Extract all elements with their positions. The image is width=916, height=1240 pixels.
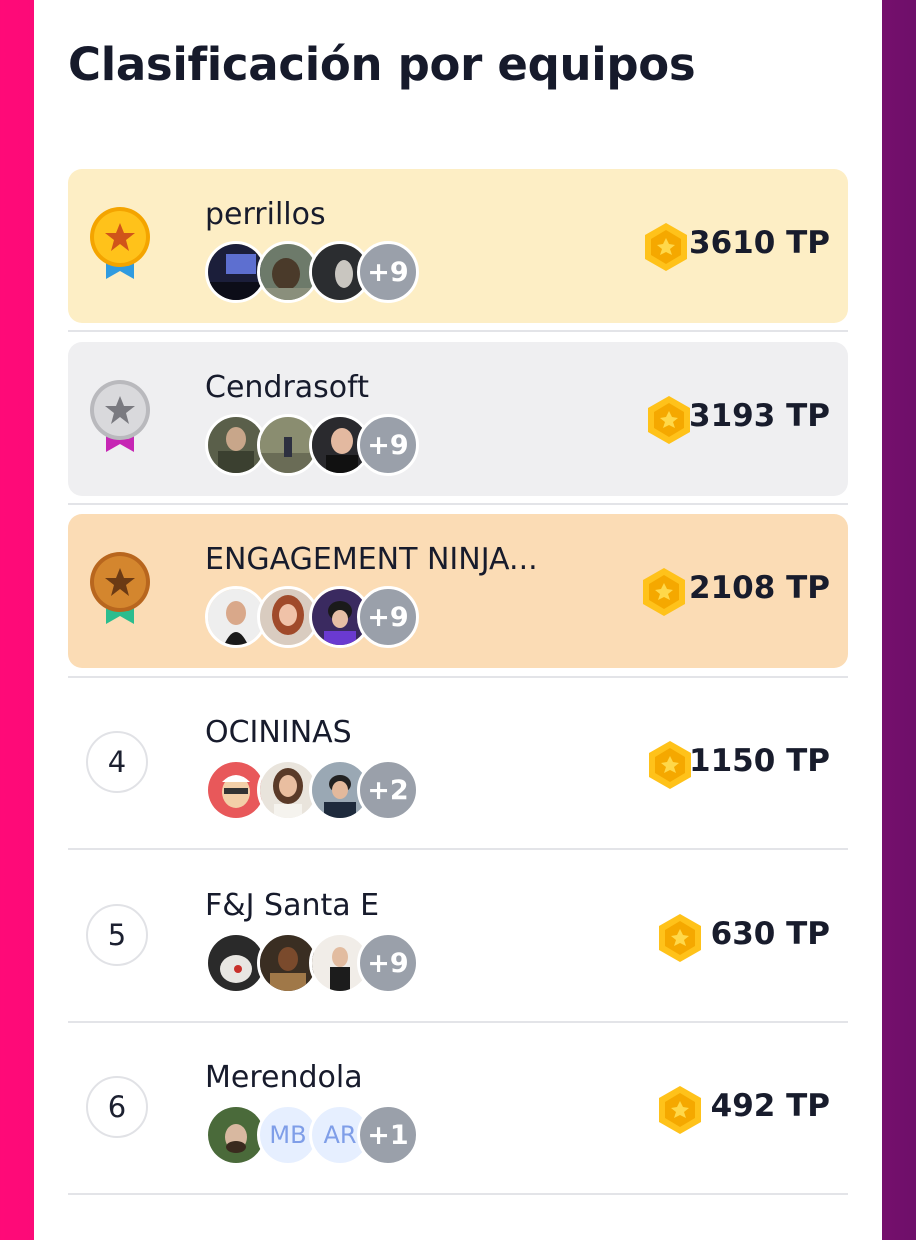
coin-icon [645,223,687,271]
team-name: Cendrasoft [205,370,369,405]
more-members-badge: +1 [357,1104,419,1166]
team-row[interactable]: Cendrasoft +9 3193 TP [68,342,848,496]
more-members-badge: +9 [357,932,419,994]
rank-badge: 4 [86,731,148,793]
silver-medal-icon [90,380,150,452]
team-avatars: +9 [205,586,435,648]
team-points: 2108 TP [689,570,830,606]
team-name: ENGAGEMENT NINJA... [205,542,538,577]
team-name: perrillos [205,197,326,232]
team-points: 3193 TP [689,398,830,434]
coin-icon [649,741,691,789]
team-avatars: +9 [205,241,435,303]
team-avatars: +9 [205,932,435,994]
coin-icon [659,914,701,962]
row-divider [68,330,848,332]
team-points: 3610 TP [689,225,830,261]
rank-badge: 5 [86,904,148,966]
more-members-badge: +2 [357,759,419,821]
team-row[interactable]: perrillos +9 3610 TP [68,169,848,323]
team-name: OCININAS [205,715,352,750]
team-row[interactable]: 5 F&J Santa E +9 630 TP [68,860,848,1014]
row-divider [68,1021,848,1023]
coin-icon [648,396,690,444]
team-avatars: +9 [205,414,435,476]
bronze-medal-icon [90,552,150,624]
more-members-badge: +9 [357,241,419,303]
team-avatars: +2 [205,759,435,821]
team-points: 630 TP [710,916,830,952]
more-members-badge: +9 [357,414,419,476]
rank-badge: 6 [86,1076,148,1138]
team-avatars: MB AR +1 [205,1104,435,1166]
team-points: 492 TP [710,1088,830,1124]
team-row[interactable]: 4 OCININAS +2 1150 TP [68,687,848,841]
more-members-badge: +9 [357,586,419,648]
team-row[interactable]: ENGAGEMENT NINJA... +9 2108 TP [68,514,848,668]
page-title: Clasificación por equipos [68,38,696,91]
row-divider [68,503,848,505]
gold-medal-icon [90,207,150,279]
coin-icon [643,568,685,616]
row-divider [68,848,848,850]
team-name: F&J Santa E [205,888,380,923]
team-points: 1150 TP [689,743,830,779]
team-row[interactable]: 6 Merendola MB AR +1 492 TP [68,1032,848,1186]
row-divider [68,1193,848,1195]
team-name: Merendola [205,1060,363,1095]
coin-icon [659,1086,701,1134]
row-divider [68,676,848,678]
